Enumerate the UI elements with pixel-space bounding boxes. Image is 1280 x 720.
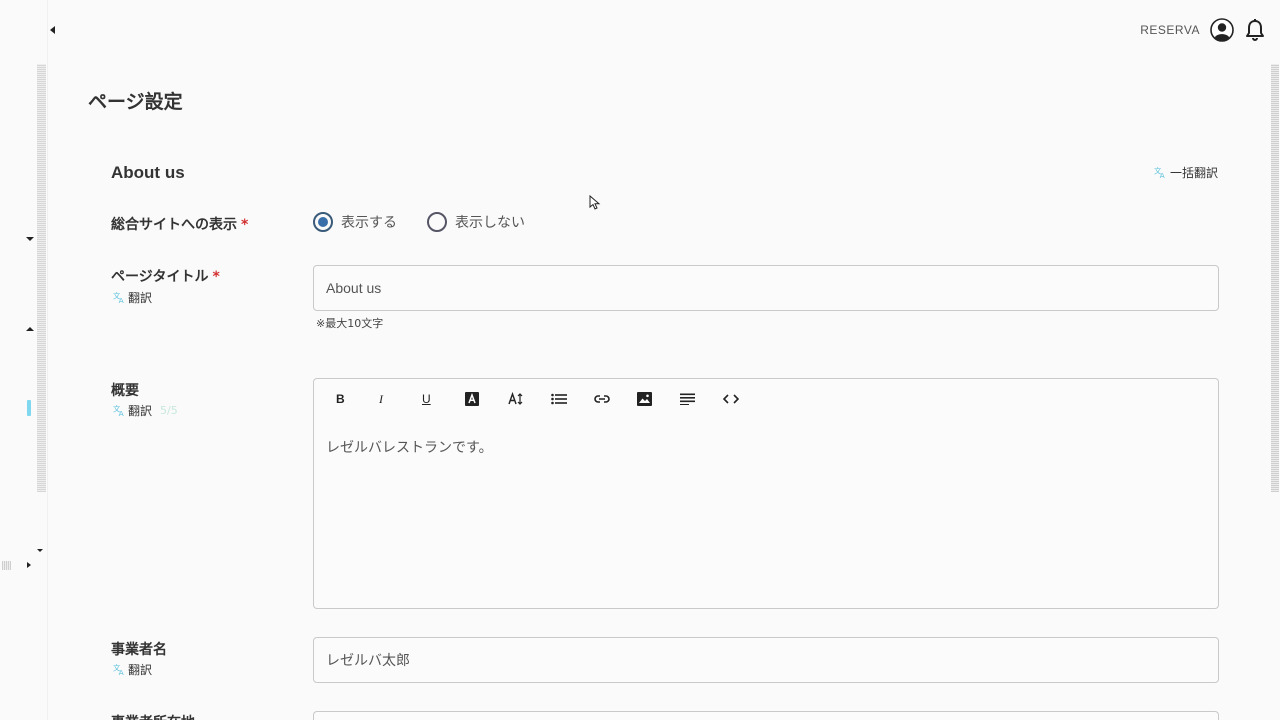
page-title-input[interactable]: About us [313, 265, 1219, 311]
underline-button[interactable]: U [412, 389, 455, 409]
radio-unchecked-icon[interactable] [427, 212, 447, 232]
bulk-translate-label: 一括翻訳 [1169, 166, 1218, 180]
business-address-input[interactable] [313, 711, 1219, 720]
page-title: ページ設定 [88, 91, 183, 113]
page-title-field-label: ページタイトル * [111, 266, 220, 286]
radio-show-label: 表示する [341, 215, 397, 231]
caret-down-icon[interactable] [26, 237, 34, 241]
required-mark: * [241, 217, 249, 233]
radio-hide[interactable]: 表示しない [427, 212, 525, 232]
collapse-sidebar-button[interactable] [48, 24, 58, 36]
side-rail [0, 0, 48, 720]
svg-text:A: A [119, 668, 124, 676]
font-size-button[interactable] [498, 389, 541, 409]
resize-handle[interactable] [2, 561, 11, 570]
page-scrollbar[interactable] [1270, 0, 1280, 720]
code-icon [723, 394, 739, 404]
caret-up-icon[interactable] [26, 327, 34, 331]
page-title-input-value: About us [326, 280, 382, 296]
page-title-label-text: ページタイトル [111, 269, 209, 285]
font-size-icon [508, 392, 523, 405]
overview-translate-button[interactable]: 文 A 翻訳 5/5 [113, 402, 178, 419]
svg-text:A: A [119, 296, 124, 304]
bold-button[interactable]: B [326, 389, 369, 409]
site-display-label: 総合サイトへの表示 * [111, 214, 248, 234]
scrollbar-thumb[interactable] [1271, 64, 1279, 492]
page-title-hint: ※最大10文字 [316, 317, 384, 330]
radio-hide-label: 表示しない [455, 215, 525, 231]
translate-label: 翻訳 [128, 663, 153, 677]
business-name-input[interactable]: レゼルバ太郎 [313, 637, 1219, 683]
business-name-input-value: レゼルバ太郎 [326, 652, 410, 668]
section-title: About us [111, 163, 185, 182]
radio-checked-icon[interactable] [313, 212, 333, 232]
overview-rich-text-editor[interactable]: B I U レゼルバレストランです。 [313, 378, 1219, 609]
overview-label: 概要 [111, 383, 139, 399]
business-name-translate-button[interactable]: 文 A 翻訳 [113, 661, 152, 678]
editor-content[interactable]: レゼルバレストランです。 [326, 437, 493, 457]
translate-icon: 文 A [1154, 166, 1165, 179]
code-view-button[interactable] [713, 389, 756, 409]
required-mark: * [212, 269, 220, 285]
svg-text:A: A [119, 409, 124, 417]
text-color-button[interactable] [455, 389, 498, 409]
bold-icon: B [336, 392, 345, 406]
align-left-icon [680, 393, 695, 405]
image-icon [637, 392, 652, 406]
page-title-translate-button[interactable]: 文 A 翻訳 [113, 289, 152, 306]
site-display-radio-group: 表示する 表示しない [313, 212, 525, 232]
bell-icon[interactable] [1244, 18, 1266, 42]
avatar-icon[interactable] [1210, 18, 1234, 42]
caret-right-icon[interactable] [27, 562, 31, 568]
rail-scrollbar[interactable] [37, 64, 46, 492]
link-button[interactable] [584, 389, 627, 409]
translate-label: 翻訳 [128, 291, 153, 305]
business-address-label: 事業者所在地 [111, 712, 195, 720]
bullet-list-icon [551, 393, 567, 405]
mouse-cursor-icon [589, 195, 601, 210]
char-counter: 5/5 [160, 404, 178, 417]
caret-down-icon[interactable] [37, 549, 43, 552]
image-button[interactable] [627, 389, 670, 409]
radio-show[interactable]: 表示する [313, 212, 397, 232]
bulk-translate-button[interactable]: 文 A 一括翻訳 [1154, 164, 1218, 181]
editor-toolbar: B I U [326, 389, 756, 409]
translate-icon: 文 A [113, 663, 124, 676]
italic-icon: I [379, 391, 383, 406]
align-button[interactable] [670, 389, 713, 409]
bullet-list-button[interactable] [541, 389, 584, 409]
svg-text:A: A [1160, 171, 1165, 179]
translate-icon: 文 A [113, 291, 124, 304]
italic-button[interactable]: I [369, 389, 412, 409]
rail-active-indicator [27, 400, 31, 416]
chevron-left-icon [50, 26, 55, 34]
business-name-label: 事業者名 [111, 642, 167, 658]
user-name[interactable]: RESERVA [1140, 23, 1200, 37]
translate-label: 翻訳 [128, 404, 153, 418]
text-color-icon [465, 392, 479, 406]
link-icon [594, 395, 610, 403]
underline-icon: U [422, 392, 431, 406]
translate-icon: 文 A [113, 404, 124, 417]
header-user-area: RESERVA [1140, 17, 1266, 43]
site-display-label-text: 総合サイトへの表示 [111, 217, 237, 233]
